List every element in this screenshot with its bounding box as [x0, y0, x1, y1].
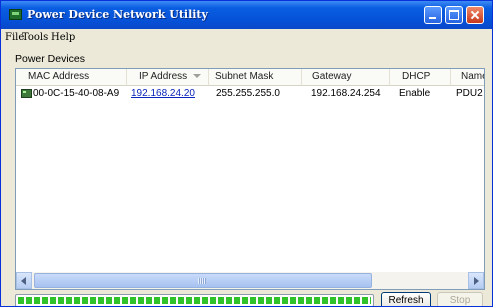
- horizontal-scrollbar[interactable]: [16, 272, 484, 289]
- cell-gateway: 192.168.24.254: [311, 88, 381, 99]
- menu-tools[interactable]: Tools: [22, 32, 48, 43]
- power-device-icon: [21, 89, 32, 98]
- scroll-thumb[interactable]: [34, 273, 372, 288]
- column-subnet-mask[interactable]: Subnet Mask: [209, 69, 302, 86]
- app-window: Power Device Network Utility File Tools …: [0, 0, 493, 307]
- device-list[interactable]: MAC Address IP Address Subnet Mask Gatew…: [15, 68, 485, 290]
- close-button[interactable]: [466, 6, 484, 24]
- maximize-button[interactable]: [445, 6, 463, 24]
- progress-fill: [18, 297, 371, 304]
- column-label: Subnet Mask: [215, 71, 274, 82]
- window-title: Power Device Network Utility: [27, 8, 208, 21]
- cell-ip-link[interactable]: 192.168.24.20: [131, 88, 195, 100]
- column-name[interactable]: Name: [451, 69, 484, 86]
- cell-dhcp: Enable: [399, 88, 431, 99]
- grip-icon: [198, 278, 206, 284]
- column-label: Gateway: [312, 71, 352, 82]
- cell-name: PDU2: [456, 88, 483, 99]
- progress-bar: [15, 294, 374, 306]
- minimize-button[interactable]: [424, 6, 442, 24]
- stop-button[interactable]: Stop: [437, 292, 483, 306]
- column-label: Name: [461, 71, 484, 82]
- table-row[interactable]: 00-0C-15-40-08-A9 192.168.24.20 255.255.…: [16, 87, 484, 101]
- scroll-left-icon[interactable]: [16, 272, 32, 289]
- app-icon: [9, 9, 22, 20]
- column-dhcp[interactable]: DHCP: [390, 69, 451, 86]
- menu-bar: File Tools Help: [1, 30, 492, 46]
- column-label: IP Address: [139, 71, 188, 82]
- menu-help[interactable]: Help: [51, 32, 75, 43]
- scroll-right-icon[interactable]: [468, 272, 484, 289]
- sort-descending-icon: [193, 74, 202, 79]
- title-bar[interactable]: Power Device Network Utility: [1, 1, 492, 29]
- column-label: DHCP: [402, 71, 431, 82]
- column-label: MAC Address: [28, 71, 90, 82]
- column-mac-address[interactable]: MAC Address: [16, 69, 127, 86]
- refresh-button[interactable]: Refresh: [381, 292, 431, 306]
- column-ip-address[interactable]: IP Address: [127, 69, 209, 86]
- column-gateway[interactable]: Gateway: [302, 69, 390, 86]
- cell-subnet: 255.255.255.0: [216, 88, 280, 99]
- power-devices-label: Power Devices: [15, 53, 86, 65]
- cell-mac: 00-0C-15-40-08-A9: [33, 88, 120, 99]
